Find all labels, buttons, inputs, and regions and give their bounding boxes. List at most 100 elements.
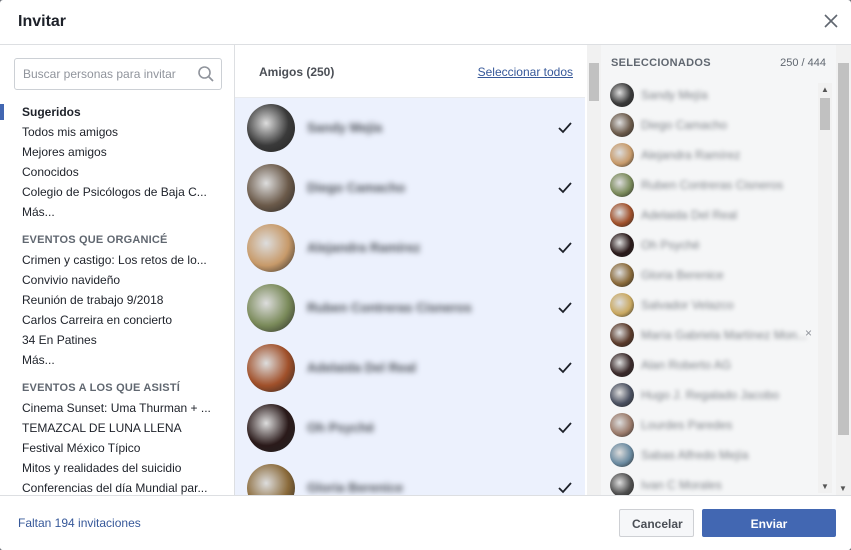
friend-name: Oh Psyché <box>307 420 375 435</box>
friend-name: Diego Camacho <box>307 180 406 195</box>
dialog-footer: Faltan 194 invitaciones Cancelar Enviar … <box>0 495 851 550</box>
sidebar-item[interactable]: 34 En Patines <box>0 330 234 350</box>
avatar <box>610 323 634 347</box>
friend-row[interactable]: Gloria Berenice <box>235 458 585 495</box>
friend-name: Gloria Berenice <box>307 480 404 495</box>
search-input[interactable] <box>15 59 193 89</box>
friend-name: Adelaida Del Real <box>307 360 417 375</box>
friends-count-title: Amigos (250) <box>259 65 335 79</box>
checkmark-icon[interactable] <box>557 180 573 196</box>
sidebar-item[interactable]: Conocidos <box>0 162 234 182</box>
search-box <box>14 58 222 90</box>
selected-item[interactable]: Hugo J. Regalado Jacobo <box>601 380 817 410</box>
checkmark-icon[interactable] <box>557 420 573 436</box>
selected-item[interactable]: Lourdes Paredes <box>601 410 817 440</box>
sidebar-item[interactable]: Más... <box>0 202 234 222</box>
select-all-link[interactable]: Seleccionar todos <box>478 65 573 79</box>
avatar <box>610 293 634 317</box>
sidebar-section-heading: EVENTOS QUE ORGANICÉ <box>22 234 168 246</box>
avatar <box>610 113 634 137</box>
avatar <box>247 404 295 452</box>
selected-name: Alejandra Ramírez <box>641 148 741 162</box>
close-icon[interactable] <box>823 13 839 29</box>
selected-scroll-thumb[interactable] <box>820 98 830 130</box>
selected-title: SELECCIONADOS <box>611 57 711 69</box>
selected-item[interactable]: Diego Camacho <box>601 110 817 140</box>
filter-list: Sugeridos Todos mis amigos Mejores amigos C… <box>0 102 234 495</box>
scroll-down-icon[interactable]: ▼ <box>821 482 829 491</box>
avatar <box>610 413 634 437</box>
sidebar-item[interactable]: Mitos y realidades del suicidio <box>0 458 234 478</box>
sidebar-item[interactable]: Crimen y castigo: Los retos de lo... <box>0 250 234 270</box>
selected-count: 250 / 444 <box>780 57 826 69</box>
selected-name: Salvador Velazco <box>641 298 734 312</box>
friend-name: Alejandra Ramírez <box>307 240 421 255</box>
selected-item[interactable]: Oh Psyché <box>601 230 817 260</box>
selected-item[interactable]: Alejandra Ramírez <box>601 140 817 170</box>
selected-item[interactable]: María Gabriela Martínez Mon... × <box>601 320 817 350</box>
friend-row[interactable]: Oh Psyché <box>235 398 585 458</box>
avatar <box>247 284 295 332</box>
remaining-invites-link[interactable]: Faltan 194 invitaciones <box>18 516 141 530</box>
sidebar-item[interactable]: TEMAZCAL DE LUNA LLENA <box>0 418 234 438</box>
avatar <box>610 353 634 377</box>
selected-item[interactable]: Gloria Berenice <box>601 260 817 290</box>
sidebar-item[interactable]: Todos mis amigos <box>0 122 234 142</box>
avatar <box>610 263 634 287</box>
sidebar-item[interactable]: Colegio de Psicólogos de Baja C... <box>0 182 234 202</box>
sidebar-item[interactable]: Sugeridos <box>0 102 234 122</box>
friend-row[interactable]: Ruben Contreras Cisneros <box>235 278 585 338</box>
checkmark-icon[interactable] <box>557 360 573 376</box>
friend-row[interactable]: Alejandra Ramírez <box>235 218 585 278</box>
dialog-scroll-thumb[interactable] <box>838 63 849 435</box>
friends-scroll-thumb[interactable] <box>589 63 599 101</box>
sidebar-item[interactable]: Conferencias del día Mundial par... <box>0 478 234 495</box>
scroll-up-icon[interactable]: ▲ <box>821 85 829 94</box>
dialog-header: Invitar <box>0 0 851 45</box>
selected-name: Adelaida Del Real <box>641 208 738 222</box>
selected-item[interactable]: Alan Roberto AG <box>601 350 817 380</box>
scroll-down-icon[interactable]: ▼ <box>839 484 847 493</box>
remove-icon[interactable]: × <box>805 326 812 340</box>
cancel-button[interactable]: Cancelar <box>619 509 694 537</box>
sidebar-item[interactable]: Carlos Carreira en concierto <box>0 310 234 330</box>
selected-name: Lourdes Paredes <box>641 418 733 432</box>
checkmark-icon[interactable] <box>557 300 573 316</box>
sidebar-item[interactable]: Reunión de trabajo 9/2018 <box>0 290 234 310</box>
sidebar-item[interactable]: Mejores amigos <box>0 142 234 162</box>
selected-item[interactable]: Sandy Mejía <box>601 80 817 110</box>
selected-name: Diego Camacho <box>641 118 728 132</box>
friend-row[interactable]: Adelaida Del Real <box>235 338 585 398</box>
sidebar-item[interactable]: Convivio navideño <box>0 270 234 290</box>
avatar <box>610 203 634 227</box>
checkmark-icon[interactable] <box>557 480 573 495</box>
sidebar-item[interactable]: Cinema Sunset: Uma Thurman + ... <box>0 398 234 418</box>
sidebar-item[interactable]: Festival México Típico <box>0 438 234 458</box>
friend-row[interactable]: Diego Camacho <box>235 158 585 218</box>
friend-row[interactable]: Sandy Mejía <box>235 98 585 158</box>
selected-name: Ivan C Morales <box>641 478 722 492</box>
selected-name: Alan Roberto AG <box>641 358 732 372</box>
selected-item[interactable]: Ruben Contreras Cisneros <box>601 170 817 200</box>
selected-scrollbar[interactable]: ▲ ▼ <box>818 83 832 493</box>
friends-panel: Amigos (250) Seleccionar todos Sandy Mej… <box>235 45 585 495</box>
avatar <box>610 473 634 495</box>
send-invites-button[interactable]: Enviar invitaciones <box>702 509 836 550</box>
selected-item[interactable]: Adelaida Del Real <box>601 200 817 230</box>
sidebar-section-heading: EVENTOS A LOS QUE ASISTÍ <box>22 382 181 394</box>
friends-header: Amigos (250) Seleccionar todos <box>235 45 585 98</box>
selected-panel: SELECCIONADOS 250 / 444 Sandy Mejía Diego… <box>601 45 851 495</box>
checkmark-icon[interactable] <box>557 120 573 136</box>
selected-item[interactable]: Ivan C Morales <box>601 470 817 495</box>
dialog-scrollbar[interactable]: ▼ <box>836 45 851 495</box>
friends-scrollbar[interactable] <box>587 45 601 495</box>
sidebar-item[interactable]: Más... <box>0 350 234 370</box>
selected-name: Hugo J. Regalado Jacobo <box>641 388 780 402</box>
avatar <box>247 104 295 152</box>
selected-name: Ruben Contreras Cisneros <box>641 178 784 192</box>
friend-name: Sandy Mejía <box>307 120 383 135</box>
selected-item[interactable]: Sabas Alfredo Mejía <box>601 440 817 470</box>
selected-item[interactable]: Salvador Velazco <box>601 290 817 320</box>
search-icon[interactable] <box>197 65 215 83</box>
checkmark-icon[interactable] <box>557 240 573 256</box>
